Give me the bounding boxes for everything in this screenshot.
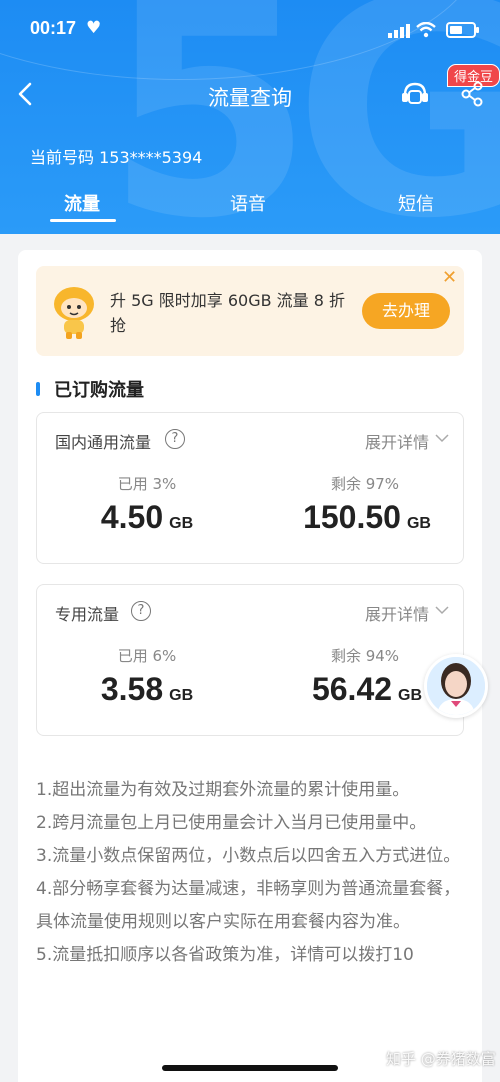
remaining-value: 56.42 bbox=[311, 671, 393, 707]
promo-banner[interactable]: 升 5G 限时加享 60GB 流量 8 折抢 去办理 ✕ bbox=[36, 266, 464, 356]
section-title: 已订购流量 bbox=[54, 380, 144, 401]
tab-sms[interactable]: 短信 bbox=[398, 190, 434, 216]
assistant-portrait-icon bbox=[427, 657, 485, 715]
signal-icon bbox=[388, 24, 410, 38]
battery-icon bbox=[446, 22, 479, 38]
remaining-label: 剩余 97% bbox=[330, 475, 400, 493]
used-amount: 3.58 GB bbox=[47, 671, 247, 708]
note-item: 5.流量抵扣顺序以各省政策为准，详情可以拨打10 bbox=[36, 945, 414, 965]
help-icon[interactable]: ? bbox=[165, 429, 185, 449]
promo-text: 升 5G 限时加享 60GB 流量 8 折抢 bbox=[110, 291, 346, 335]
remaining-label: 剩余 94% bbox=[330, 647, 400, 665]
chevron-down-icon[interactable] bbox=[435, 603, 449, 617]
note-item: 2.跨月流量包上月已使用量会计入当月已使用量中。 bbox=[36, 813, 427, 833]
used-amount: 4.50 GB bbox=[47, 499, 247, 536]
heart-icon: ♥ bbox=[86, 18, 102, 38]
active-tab-indicator bbox=[50, 219, 116, 222]
section-marker bbox=[36, 382, 40, 396]
tab-data[interactable]: 流量 bbox=[64, 190, 100, 216]
mascot-icon bbox=[54, 287, 94, 339]
used-value: 4.50 bbox=[100, 499, 164, 535]
used-unit: GB bbox=[169, 515, 194, 532]
promo-apply-button[interactable]: 去办理 bbox=[362, 293, 450, 329]
note-item: 3.流量小数点保留两位，小数点后以四舍五入方式进位。 bbox=[36, 846, 461, 866]
customer-service-icon[interactable] bbox=[400, 80, 430, 108]
remaining-value: 150.50 bbox=[303, 499, 401, 535]
chevron-down-icon[interactable] bbox=[435, 431, 449, 445]
header: 5G 00:17 ♥ 流量查询 得金豆 当前号码 153****5394 流量 … bbox=[0, 0, 500, 234]
used-value: 3.58 bbox=[100, 671, 164, 707]
package-card: 专用流量 ? 展开详情 已用 6% 剩余 94% 3.58 GB 56.42 GB bbox=[36, 584, 464, 736]
content-card: 升 5G 限时加享 60GB 流量 8 折抢 去办理 ✕ 已订购流量 国内通用流… bbox=[18, 250, 482, 1082]
assistant-avatar[interactable] bbox=[424, 654, 488, 718]
remaining-unit: GB bbox=[398, 687, 423, 704]
used-unit: GB bbox=[169, 687, 194, 704]
watermark-text: 知乎 @券猪数富 bbox=[386, 1050, 496, 1068]
expand-details-link[interactable]: 展开详情 bbox=[365, 429, 429, 453]
expand-details-link[interactable]: 展开详情 bbox=[365, 601, 429, 625]
used-label: 已用 3% bbox=[117, 475, 177, 493]
home-indicator[interactable] bbox=[162, 1065, 338, 1071]
status-time: 00:17 bbox=[30, 18, 77, 38]
package-card: 国内通用流量 ? 展开详情 已用 3% 剩余 97% 4.50 GB 150.50… bbox=[36, 412, 464, 564]
note-item: 4.部分畅享套餐为达量减速，非畅享则为普通流量套餐，具体流量使用规则以客户实际在… bbox=[36, 879, 461, 932]
package-name: 专用流量 bbox=[55, 605, 120, 624]
tab-voice[interactable]: 语音 bbox=[230, 190, 266, 216]
notes-list: 1.超出流量为有效及过期套外流量的累计使用量。 2.跨月流量包上月已使用量会计入… bbox=[36, 774, 466, 972]
tab-bar: 流量 语音 短信 bbox=[0, 190, 500, 226]
help-icon[interactable]: ? bbox=[131, 601, 151, 621]
note-item: 1.超出流量为有效及过期套外流量的累计使用量。 bbox=[36, 780, 410, 800]
status-bar: 00:17 ♥ bbox=[0, 14, 500, 50]
close-icon[interactable]: ✕ bbox=[442, 269, 458, 287]
remaining-unit: GB bbox=[406, 515, 431, 532]
wifi-icon bbox=[416, 22, 436, 38]
current-number: 当前号码 153****5394 bbox=[30, 148, 203, 167]
remaining-amount: 150.50 GB bbox=[267, 499, 467, 536]
package-name: 国内通用流量 bbox=[55, 433, 152, 452]
used-label: 已用 6% bbox=[117, 647, 177, 665]
share-icon[interactable] bbox=[460, 80, 484, 108]
